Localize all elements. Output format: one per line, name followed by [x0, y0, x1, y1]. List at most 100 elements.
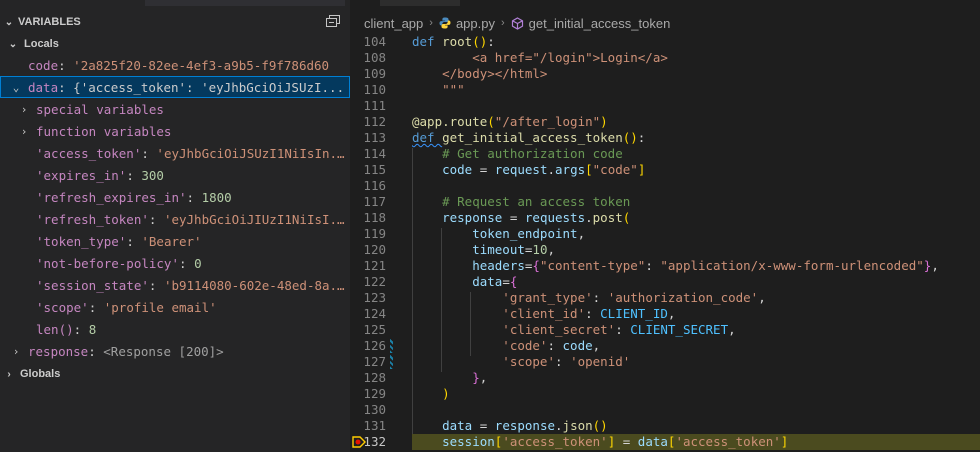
- data-entry[interactable]: 'scope': 'profile email': [0, 296, 350, 318]
- chevron-right-icon[interactable]: ›: [16, 125, 32, 138]
- sidebar-tab-strip: [145, 0, 345, 6]
- line-number: 110: [363, 82, 386, 97]
- globals-scope[interactable]: › Globals: [0, 363, 350, 385]
- line-number: 125: [363, 322, 386, 337]
- line-number: 113: [363, 130, 386, 145]
- code-token: 'client_secret': [412, 322, 616, 337]
- code-line[interactable]: 130: [350, 402, 980, 418]
- code-token: ]: [637, 162, 646, 177]
- line-number: 115: [363, 162, 386, 177]
- code-token: [: [585, 162, 593, 177]
- collapse-all-icon[interactable]: [326, 15, 340, 27]
- code-line[interactable]: 129 ): [350, 386, 980, 402]
- code-token: timeout: [412, 242, 525, 257]
- code-area[interactable]: 104 def root(): 108 <a href="/login">Login…: [350, 34, 980, 452]
- variable-response[interactable]: › response : <Response [200]>: [0, 340, 350, 362]
- line-number: 120: [363, 242, 386, 257]
- code-text: response = requests.post(: [412, 210, 630, 226]
- code-token: <a href="/login">Login</a>: [412, 50, 668, 65]
- code-token: }: [412, 370, 480, 385]
- entry-key: 'refresh_expires_in': [36, 189, 187, 205]
- code-text: # Get authorization code: [412, 146, 623, 162]
- code-token: =: [472, 162, 495, 177]
- line-number: 124: [363, 306, 386, 321]
- chevron-right-icon[interactable]: ›: [8, 345, 24, 358]
- code-line[interactable]: 111: [350, 98, 980, 114]
- code-line[interactable]: 115 code = request.args["code"]: [350, 162, 980, 178]
- code-text: token_endpoint,: [412, 226, 585, 242]
- code-token: ,: [547, 242, 556, 257]
- chevron-right-icon[interactable]: ›: [16, 103, 32, 116]
- code-line[interactable]: 124 'client_id': CLIENT_ID,: [350, 306, 980, 322]
- code-token: {: [509, 274, 518, 289]
- data-entry[interactable]: 'not-before-policy': 0: [0, 252, 350, 274]
- line-number: 122: [363, 274, 386, 289]
- breadcrumb-file[interactable]: app.py: [456, 16, 495, 31]
- data-entry[interactable]: 'expires_in': 300: [0, 164, 350, 186]
- code-line[interactable]: 121 headers={"content-type": "applicatio…: [350, 258, 980, 274]
- code-line[interactable]: 109 </body></html>: [350, 66, 980, 82]
- variables-title: VARIABLES: [18, 16, 81, 28]
- code-token: headers: [412, 258, 525, 273]
- data-entry[interactable]: 'refresh_expires_in': 1800: [0, 186, 350, 208]
- variable-name: response: [28, 343, 89, 359]
- chevron-down-icon: ⌄: [4, 16, 14, 28]
- code-token: 'authorization_code': [607, 290, 759, 305]
- python-file-icon: [439, 17, 451, 29]
- code-line[interactable]: 131 data = response.json(): [350, 418, 980, 434]
- variable-value: <Response [200]>: [103, 343, 224, 359]
- breadcrumb-folder[interactable]: client_app: [364, 16, 423, 31]
- breadcrumb-symbol[interactable]: get_initial_access_token: [529, 16, 671, 31]
- code-line[interactable]: 128 },: [350, 370, 980, 386]
- code-line[interactable]: 123 'grant_type': 'authorization_code',: [350, 290, 980, 306]
- data-entry[interactable]: 'access_token': 'eyJhbGciOiJSUzI1NiIsIn.…: [0, 142, 350, 164]
- code-line[interactable]: 126 'code': code,: [350, 338, 980, 354]
- current-breakpoint-arrow-icon[interactable]: [352, 436, 366, 448]
- data-entry[interactable]: 'session_state': 'b9114080-602e-48ed-8a.…: [0, 274, 350, 296]
- code-text: data = response.json(): [412, 418, 608, 434]
- code-text: data={: [412, 274, 517, 290]
- code-line[interactable]: 113 def get_initial_access_token():: [350, 130, 980, 146]
- code-line[interactable]: 120 timeout=10,: [350, 242, 980, 258]
- locals-scope[interactable]: ⌄ Locals: [0, 33, 350, 55]
- code-line[interactable]: 119 token_endpoint,: [350, 226, 980, 242]
- code-token: :: [555, 354, 571, 369]
- code-line[interactable]: 104 def root():: [350, 34, 980, 50]
- data-entry[interactable]: 'refresh_token': 'eyJhbGciOiJIUzI1NiIsI.…: [0, 208, 350, 230]
- data-entry[interactable]: len(): 8: [0, 318, 350, 340]
- code-token: data: [637, 434, 668, 449]
- code-line[interactable]: 125 'client_secret': CLIENT_SECRET,: [350, 322, 980, 338]
- entry-value: 0: [194, 255, 202, 271]
- data-entry[interactable]: 'token_type': 'Bearer': [0, 230, 350, 252]
- code-line[interactable]: 132 session['access_token'] = data['acce…: [350, 434, 980, 450]
- variable-data[interactable]: ⌄ data : {'access_token': 'eyJhbGciOiJSU…: [0, 76, 350, 98]
- line-number: 104: [363, 34, 386, 49]
- code-line[interactable]: 116: [350, 178, 980, 194]
- code-token: ,: [577, 226, 586, 241]
- variables-section-header[interactable]: ⌄ VARIABLES: [0, 12, 350, 32]
- code-text: timeout=10,: [412, 242, 555, 258]
- code-token: (: [487, 114, 495, 129]
- code-text: session['access_token'] = data['access_t…: [412, 434, 980, 450]
- variable-code[interactable]: code : '2a825f20-82ee-4ef3-a9b5-f9f786d6…: [0, 54, 350, 76]
- chevron-down-icon[interactable]: ⌄: [8, 81, 24, 94]
- code-token: "code": [592, 162, 638, 177]
- code-token: 10: [532, 242, 548, 257]
- method-icon: [511, 16, 523, 30]
- code-text: code = request.args["code"]: [412, 162, 645, 178]
- code-line[interactable]: 110 """: [350, 82, 980, 98]
- code-line[interactable]: 108 <a href="/login">Login</a>: [350, 50, 980, 66]
- code-token: token_endpoint: [412, 226, 578, 241]
- function-variables-group[interactable]: › function variables: [0, 120, 350, 142]
- code-line[interactable]: 114 # Get authorization code: [350, 146, 980, 162]
- code-line[interactable]: 112 @app.route("/after_login"): [350, 114, 980, 130]
- code-line[interactable]: 117 # Request an access token: [350, 194, 980, 210]
- code-line[interactable]: 118 response = requests.post(: [350, 210, 980, 226]
- code-token: (): [472, 34, 488, 49]
- code-line[interactable]: 122 data={: [350, 274, 980, 290]
- code-line[interactable]: 127 'scope': 'openid': [350, 354, 980, 370]
- special-variables-group[interactable]: › special variables: [0, 98, 350, 120]
- code-token: "content-type": [539, 258, 646, 273]
- code-token: # Get authorization code: [412, 146, 623, 161]
- code-token: "/after_login": [494, 114, 601, 129]
